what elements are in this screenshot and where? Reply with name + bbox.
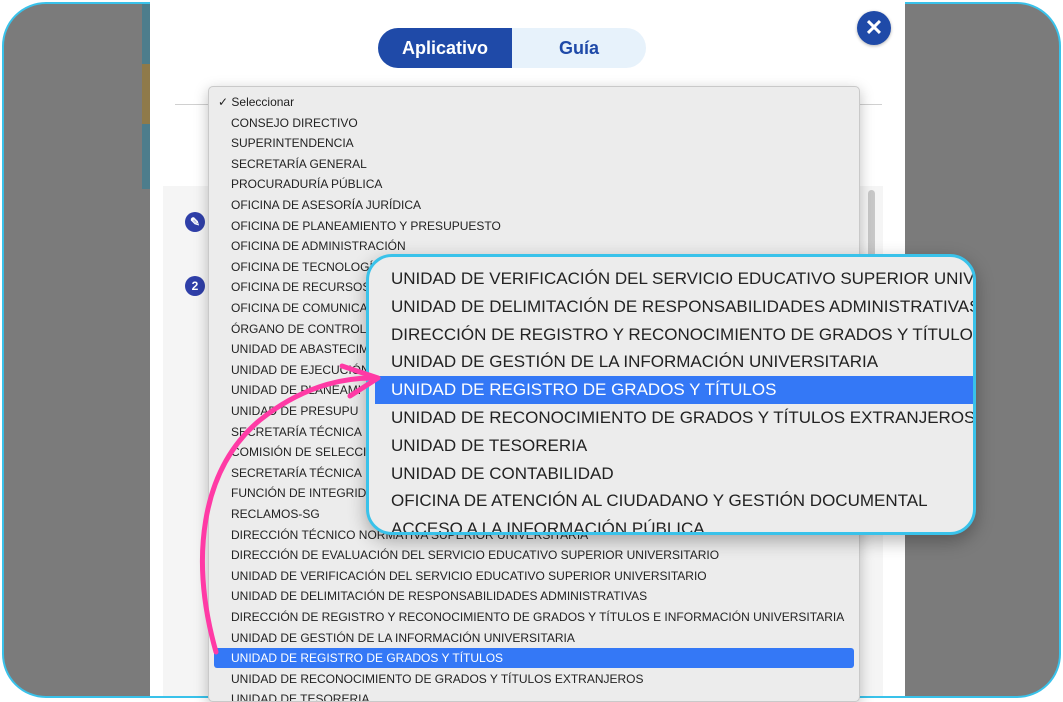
dropdown-option[interactable]: FUNCIÓN DE INTEGRID: [231, 483, 366, 503]
close-icon: ✕: [864, 15, 884, 40]
dropdown-option[interactable]: ÓRGANO DE CONTROL: [231, 319, 366, 339]
zoom-option: DIRECCIÓN DE REGISTRO Y RECONOCIMIENTO D…: [391, 324, 976, 344]
dropdown-option[interactable]: SECRETARÍA TÉCNICA: [231, 422, 362, 442]
zoom-option: UNIDAD DE CONTABILIDAD: [391, 463, 614, 483]
dropdown-option[interactable]: RECLAMOS-SG: [231, 504, 320, 524]
dropdown-option[interactable]: UNIDAD DE GESTIÓN DE LA INFORMACIÓN UNIV…: [231, 628, 575, 648]
zoom-option: UNIDAD DE TESORERIA: [391, 435, 588, 455]
divider: [175, 104, 211, 105]
divider: [858, 104, 882, 105]
dropdown-option[interactable]: OFICINA DE TECNOLOGÍAS: [231, 257, 389, 277]
dropdown-option[interactable]: UNIDAD DE PLANEAMI: [231, 380, 361, 400]
dropdown-option[interactable]: UNIDAD DE EJECUCIÓN: [231, 360, 370, 380]
zoom-callout: UNIDAD DE VERIFICACIÓN DEL SERVICIO EDUC…: [366, 254, 976, 535]
tab-aplicativo[interactable]: Aplicativo: [378, 28, 512, 68]
step-number: 2: [185, 276, 205, 296]
dropdown-option[interactable]: OFICINA DE ASESORÍA JURÍDICA: [231, 195, 421, 215]
zoom-option: UNIDAD DE GESTIÓN DE LA INFORMACIÓN UNIV…: [391, 352, 879, 372]
dropdown-option[interactable]: CONSEJO DIRECTIVO: [231, 113, 358, 133]
zoom-option: UNIDAD DE DELIMITACIÓN DE RESPONSABILIDA…: [391, 296, 976, 316]
dropdown-option[interactable]: UNIDAD DE TESORERIA: [231, 689, 369, 701]
dropdown-option[interactable]: DIRECCIÓN DE REGISTRO Y RECONOCIMIENTO D…: [231, 607, 844, 627]
dropdown-option[interactable]: OFICINA DE PLANEAMIENTO Y PRESUPUESTO: [231, 216, 501, 236]
dropdown-option[interactable]: ✓ Seleccionar: [218, 92, 294, 112]
dropdown-option[interactable]: PROCURADURÍA PÚBLICA: [231, 174, 382, 194]
dropdown-option[interactable]: OFICINA DE RECURSOS: [231, 277, 370, 297]
dropdown-option[interactable]: SUPERINTENDENCIA: [231, 133, 354, 153]
zoom-option: UNIDAD DE REGISTRO DE GRADOS Y TÍTULOS: [391, 380, 777, 400]
dropdown-option[interactable]: COMISIÓN DE SELECCI: [231, 442, 366, 462]
dropdown-option[interactable]: SECRETARÍA TÉCNICA: [231, 463, 362, 483]
dropdown-option[interactable]: DIRECCIÓN DE EVALUACIÓN DEL SERVICIO EDU…: [231, 545, 719, 565]
dropdown-option[interactable]: UNIDAD DE PRESUPU: [231, 401, 358, 421]
zoom-option: ACCESO A LA INFORMACIÓN PÚBLICA: [391, 519, 705, 535]
dropdown-option[interactable]: UNIDAD DE DELIMITACIÓN DE RESPONSABILIDA…: [231, 586, 647, 606]
dropdown-option[interactable]: UNIDAD DE RECONOCIMIENTO DE GRADOS Y TÍT…: [231, 669, 644, 689]
pencil-icon: ✎: [185, 212, 205, 232]
dropdown-option[interactable]: UNIDAD DE VERIFICACIÓN DEL SERVICIO EDUC…: [231, 566, 707, 586]
zoom-option: UNIDAD DE VERIFICACIÓN DEL SERVICIO EDUC…: [391, 269, 976, 288]
zoom-option: UNIDAD DE RECONOCIMIENTO DE GRADOS Y TÍT…: [391, 408, 976, 427]
dropdown-option[interactable]: UNIDAD DE ABASTECIM: [231, 339, 369, 359]
dropdown-option[interactable]: UNIDAD DE REGISTRO DE GRADOS Y TÍTULOS: [231, 648, 503, 668]
tab-guia[interactable]: Guía: [512, 28, 646, 68]
zoom-option: OFICINA DE ATENCIÓN AL CIUDADANO Y GESTI…: [391, 491, 928, 511]
dropdown-option[interactable]: OFICINA DE ADMINISTRACIÓN: [231, 236, 406, 256]
close-button[interactable]: ✕: [857, 11, 891, 45]
dropdown-option[interactable]: OFICINA DE COMUNICA: [231, 298, 368, 318]
dropdown-option[interactable]: SECRETARÍA GENERAL: [231, 154, 367, 174]
tab-bar: Aplicativo Guía: [378, 28, 646, 68]
